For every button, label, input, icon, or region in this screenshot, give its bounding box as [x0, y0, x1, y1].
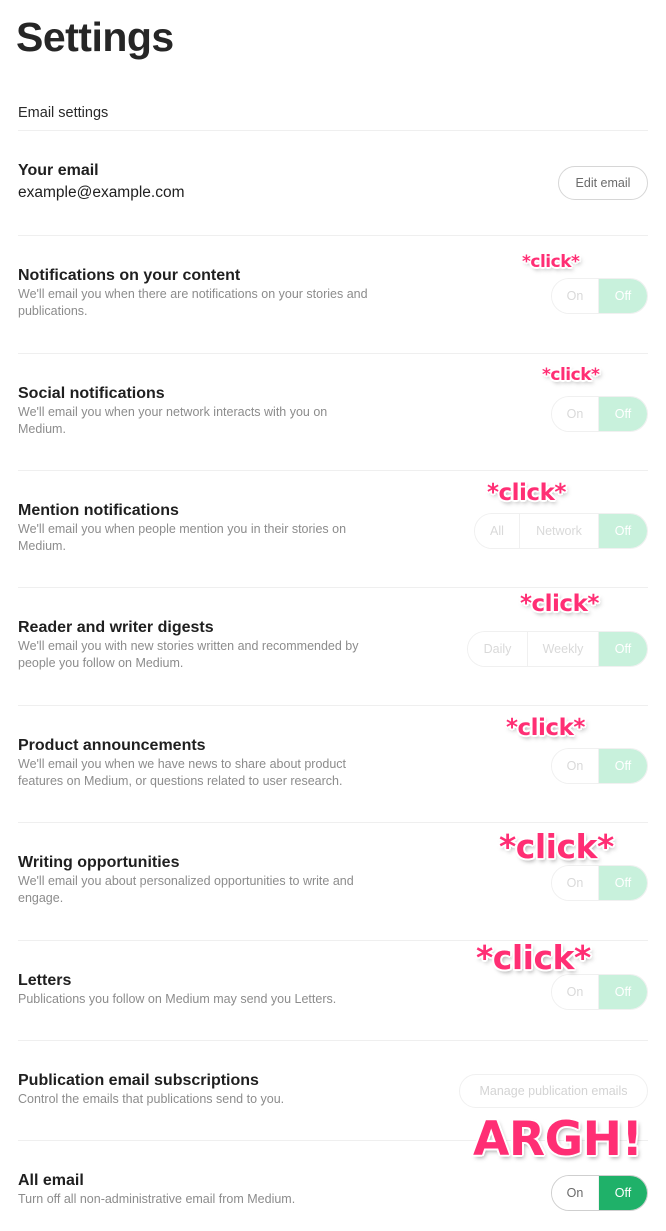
letters-toggle[interactable]: On Off: [551, 974, 648, 1010]
social-toggle[interactable]: On Off: [551, 396, 648, 432]
toggle-on-option[interactable]: On: [552, 1176, 598, 1210]
row-description: We'll email you about personalized oppor…: [18, 874, 354, 905]
edit-email-button[interactable]: Edit email: [558, 166, 648, 200]
all-email-toggle[interactable]: On Off: [551, 1175, 648, 1211]
divider: [18, 235, 648, 236]
divider: [18, 353, 648, 354]
row-description: Control the emails that publications sen…: [18, 1092, 285, 1106]
row-description: Publications you follow on Medium may se…: [18, 992, 337, 1006]
product-toggle[interactable]: On Off: [551, 748, 648, 784]
click-annotation: *click*: [499, 827, 614, 866]
divider: [18, 1040, 648, 1041]
divider: [18, 705, 648, 706]
row-title: All email: [18, 1172, 84, 1189]
click-annotation: *click*: [542, 365, 600, 385]
writing-toggle[interactable]: On Off: [551, 865, 648, 901]
toggle-off-option[interactable]: Off: [598, 866, 647, 900]
divider: [18, 470, 648, 471]
email-value: example@example.com: [18, 184, 185, 201]
toggle-off-option[interactable]: Off: [598, 749, 647, 783]
divider: [18, 822, 648, 823]
click-annotation: *click*: [520, 591, 599, 617]
toggle-on-option[interactable]: On: [552, 279, 598, 313]
toggle-on-option[interactable]: On: [552, 749, 598, 783]
row-description: We'll email you when your network intera…: [18, 405, 328, 436]
toggle-off-option[interactable]: Off: [598, 514, 647, 548]
divider: [18, 587, 648, 588]
row-description: We'll email you when people mention you …: [18, 522, 347, 553]
row-title: Publication email subscriptions: [18, 1072, 259, 1089]
click-annotation: *click*: [522, 252, 580, 272]
toggle-network-option[interactable]: Network: [519, 514, 598, 548]
divider: [18, 130, 648, 131]
mention-toggle[interactable]: All Network Off: [474, 513, 648, 549]
row-title: Product announcements: [18, 737, 206, 754]
section-label: Email settings: [18, 105, 109, 121]
toggle-off-option[interactable]: Off: [598, 397, 647, 431]
email-title: Your email: [18, 162, 99, 179]
page-title: Settings: [16, 14, 174, 60]
notifications-content-toggle[interactable]: On Off: [551, 278, 648, 314]
toggle-all-option[interactable]: All: [475, 514, 519, 548]
manage-publication-emails-button[interactable]: Manage publication emails: [459, 1074, 648, 1108]
row-title: Reader and writer digests: [18, 619, 214, 636]
row-title: Mention notifications: [18, 502, 179, 519]
toggle-daily-option[interactable]: Daily: [468, 632, 527, 666]
toggle-off-option[interactable]: Off: [598, 1176, 647, 1210]
row-title: Notifications on your content: [18, 267, 241, 284]
row-description: We'll email you with new stories written…: [18, 639, 359, 670]
argh-annotation: ARGH!: [473, 1112, 643, 1167]
toggle-on-option[interactable]: On: [552, 975, 598, 1009]
toggle-on-option[interactable]: On: [552, 866, 598, 900]
row-description: Turn off all non-administrative email fr…: [18, 1192, 296, 1206]
click-annotation: *click*: [487, 480, 566, 506]
digests-toggle[interactable]: Daily Weekly Off: [467, 631, 648, 667]
toggle-weekly-option[interactable]: Weekly: [527, 632, 598, 666]
toggle-off-option[interactable]: Off: [598, 279, 647, 313]
click-annotation: *click*: [506, 715, 585, 741]
row-description: We'll email you when there are notificat…: [18, 287, 368, 318]
row-title: Social notifications: [18, 385, 165, 402]
toggle-off-option[interactable]: Off: [598, 632, 647, 666]
toggle-off-option[interactable]: Off: [598, 975, 647, 1009]
toggle-on-option[interactable]: On: [552, 397, 598, 431]
row-description: We'll email you when we have news to sha…: [18, 757, 347, 788]
click-annotation: *click*: [476, 938, 591, 977]
row-title: Letters: [18, 972, 72, 989]
row-title: Writing opportunities: [18, 854, 180, 871]
